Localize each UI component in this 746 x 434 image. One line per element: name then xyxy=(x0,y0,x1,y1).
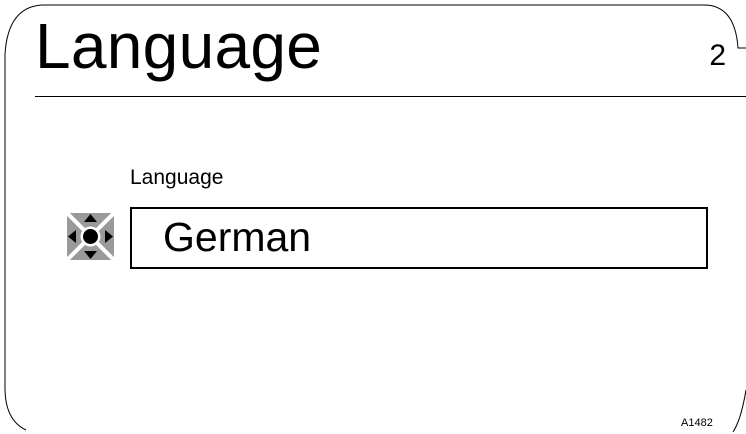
title-divider xyxy=(35,96,746,97)
language-value: German xyxy=(163,214,312,260)
navigation-keypad-icon xyxy=(67,213,114,260)
reference-code: A1482 xyxy=(681,417,713,429)
language-value-field[interactable]: German xyxy=(130,207,708,269)
language-field-label: Language xyxy=(130,166,224,189)
page-number: 2 xyxy=(709,39,726,72)
page-title: Language xyxy=(35,10,323,82)
